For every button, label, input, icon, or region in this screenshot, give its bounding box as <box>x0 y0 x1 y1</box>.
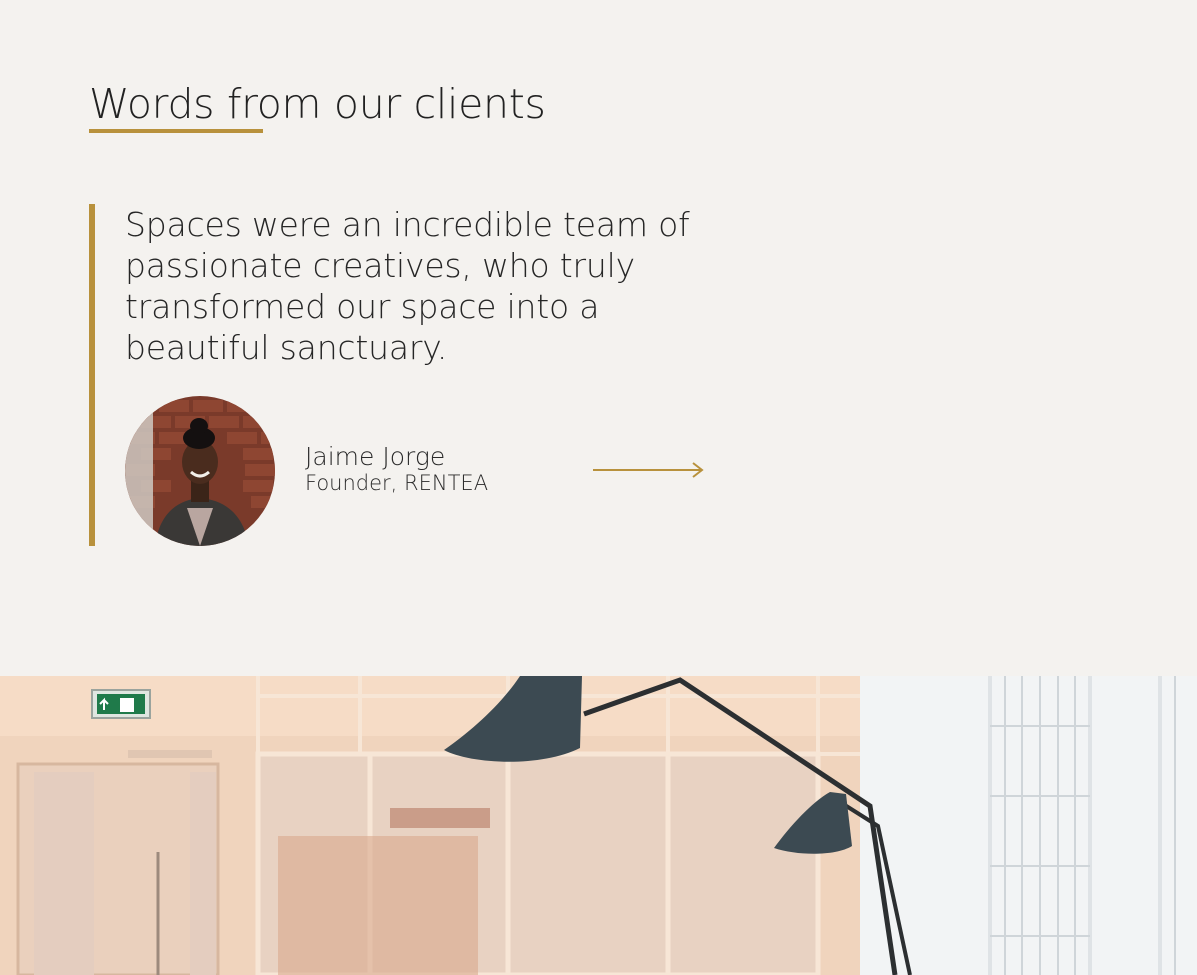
author-role: Founder, RENTEA <box>305 471 489 495</box>
arrow-right-icon <box>593 462 704 478</box>
avatar <box>125 396 275 546</box>
testimonials-section: Words from our clients Spaces were an in… <box>0 0 1197 676</box>
title-underline <box>89 129 263 133</box>
testimonial-author: Jaime Jorge Founder, RENTEA <box>305 442 488 496</box>
next-testimonial-button[interactable] <box>591 460 705 480</box>
interior-photo <box>0 676 1197 975</box>
author-name: Jaime Jorge <box>305 442 446 471</box>
section-title: Words from our clients <box>89 80 546 128</box>
office-interior-illustration <box>0 676 1197 975</box>
testimonial-card: Spaces were an incredible team of passio… <box>89 204 729 546</box>
avatar-photo <box>125 396 275 546</box>
quote-accent-bar <box>89 204 95 546</box>
testimonial-quote: Spaces were an incredible team of passio… <box>125 205 690 367</box>
